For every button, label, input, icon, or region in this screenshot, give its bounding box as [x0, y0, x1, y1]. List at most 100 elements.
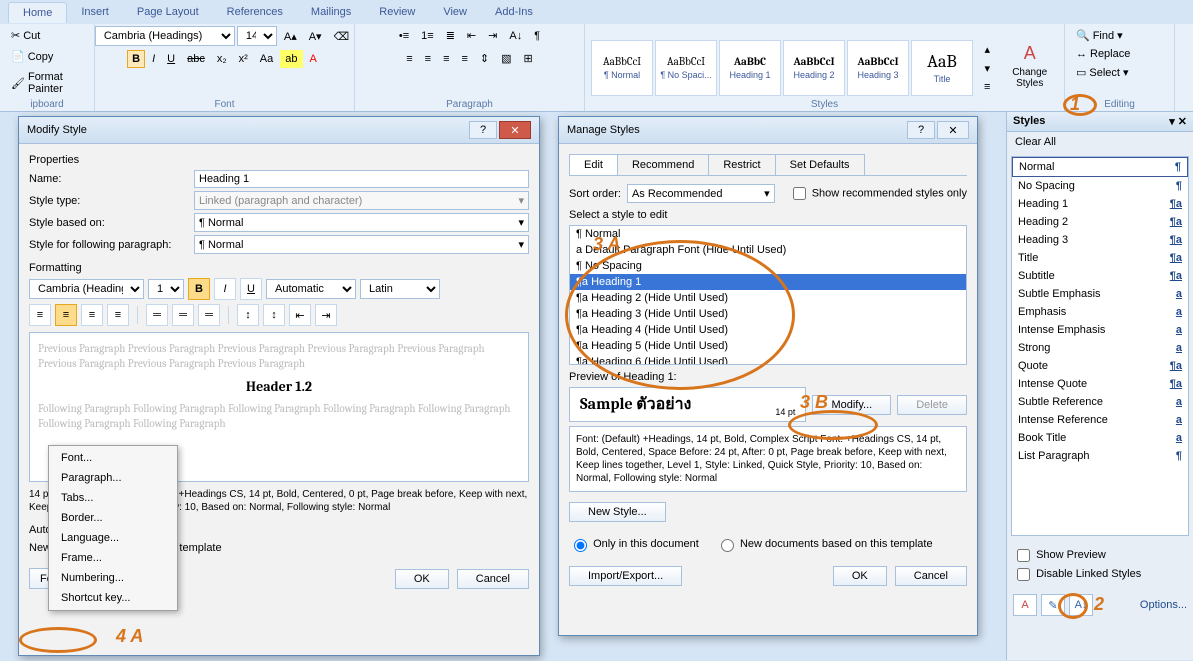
multilevel-icon[interactable]: ≣ [441, 26, 460, 45]
align-center-icon[interactable]: ≡ [420, 49, 436, 68]
fmt-font-select[interactable]: Cambria (Headings) [29, 279, 144, 299]
copy-button[interactable]: 📄 Copy [6, 47, 58, 66]
space-dec[interactable]: ↕ [263, 304, 285, 326]
format-painter-button[interactable]: 🖌 Format Painter [6, 68, 88, 98]
name-input[interactable] [194, 170, 529, 188]
modify-cancel-button[interactable]: Cancel [457, 569, 529, 589]
fmt-italic[interactable]: I [214, 278, 236, 300]
import-export-button[interactable]: Import/Export... [569, 566, 682, 586]
indent-inc2[interactable]: ⇥ [315, 304, 337, 326]
disablelinked-checkbox[interactable]: Disable Linked Styles [1013, 568, 1141, 580]
menu-frame[interactable]: Frame... [51, 548, 175, 568]
numbering-icon[interactable]: 1≡ [416, 26, 439, 45]
menu-paragraph[interactable]: Paragraph... [51, 468, 175, 488]
superscript-button[interactable]: x² [234, 50, 253, 68]
shading-icon[interactable]: ▧ [496, 49, 516, 68]
cut-button[interactable]: ✂ Cut [6, 26, 45, 45]
align-right[interactable]: ≡ [81, 304, 103, 326]
gallery-more[interactable]: ≡ [979, 78, 995, 96]
list-item[interactable]: ¶a Heading 4 (Hide Until Used) [570, 322, 966, 338]
fmt-bold[interactable]: B [188, 278, 210, 300]
font-size-select[interactable]: 14 [237, 26, 277, 46]
pane-style-item[interactable]: Book Titlea [1012, 429, 1188, 447]
show-marks-icon[interactable]: ¶ [529, 26, 545, 45]
select-button[interactable]: ▭ Select ▾ [1071, 63, 1134, 82]
style-inspector-icon[interactable]: ✎ [1041, 594, 1065, 616]
fmt-color-select[interactable]: Automatic [266, 279, 356, 299]
menu-font[interactable]: Font... [51, 448, 175, 468]
list-item[interactable]: ¶a Heading 1 [570, 274, 966, 290]
strikethrough-button[interactable]: abc [182, 50, 210, 68]
tab-mailings[interactable]: Mailings [297, 2, 365, 22]
clear-format-icon[interactable]: ⌫ [329, 26, 355, 46]
pane-style-item[interactable]: Subtitle¶a [1012, 267, 1188, 285]
manage-styles-icon[interactable]: A↕ [1069, 594, 1093, 616]
pane-close-icon[interactable]: ✕ [1178, 115, 1187, 128]
bullets-icon[interactable]: •≡ [394, 26, 414, 45]
change-case-button[interactable]: Aa [255, 50, 278, 68]
space-15[interactable]: ═ [172, 304, 194, 326]
tab-addins[interactable]: Add-Ins [481, 2, 547, 22]
pane-style-item[interactable]: Heading 1¶a [1012, 195, 1188, 213]
fmt-size-select[interactable]: 14 [148, 279, 184, 299]
tab-insert[interactable]: Insert [67, 2, 123, 22]
manage-help-button[interactable]: ? [907, 121, 935, 139]
bold-button[interactable]: B [127, 50, 145, 68]
list-item[interactable]: ¶a Heading 2 (Hide Until Used) [570, 290, 966, 306]
list-item[interactable]: a Default Paragraph Font (Hide Until Use… [570, 242, 966, 258]
pane-style-item[interactable]: Heading 2¶a [1012, 213, 1188, 231]
sort-select[interactable]: As Recommended▾ [627, 184, 775, 203]
align-justify[interactable]: ≡ [107, 304, 129, 326]
tab-setdefaults[interactable]: Set Defaults [775, 154, 865, 175]
borders-icon[interactable]: ⊞ [519, 49, 538, 68]
justify-icon[interactable]: ≡ [457, 49, 473, 68]
manage-modify-button[interactable]: Modify... [812, 395, 891, 415]
italic-button[interactable]: I [147, 50, 160, 68]
newstyle-button[interactable]: New Style... [569, 502, 666, 522]
only-radio[interactable]: Only in this document [569, 538, 699, 550]
space-inc[interactable]: ↕ [237, 304, 259, 326]
style-title[interactable]: AaBTitle [911, 40, 973, 96]
highlight-button[interactable]: ab [280, 50, 302, 68]
basedon-select[interactable]: ¶ Normal▾ [194, 213, 529, 232]
following-select[interactable]: ¶ Normal▾ [194, 235, 529, 254]
pane-style-item[interactable]: Subtle Emphasisa [1012, 285, 1188, 303]
menu-tabs[interactable]: Tabs... [51, 488, 175, 508]
manage-close-button[interactable]: ✕ [937, 121, 969, 139]
pane-style-item[interactable]: No Spacing¶ [1012, 177, 1188, 195]
change-styles-button[interactable]: A Change Styles [1001, 40, 1058, 96]
tab-references[interactable]: References [213, 2, 297, 22]
underline-button[interactable]: U [162, 50, 180, 68]
fmt-underline[interactable]: U [240, 278, 262, 300]
menu-shortcut[interactable]: Shortcut key... [51, 588, 175, 608]
pane-style-item[interactable]: List Paragraph¶ [1012, 447, 1188, 465]
gallery-scroll-down[interactable]: ▾ [979, 59, 995, 78]
subscript-button[interactable]: x₂ [212, 50, 232, 68]
align-right-icon[interactable]: ≡ [438, 49, 454, 68]
tab-view[interactable]: View [429, 2, 481, 22]
align-left[interactable]: ≡ [29, 304, 51, 326]
showpreview-checkbox[interactable]: Show Preview [1013, 549, 1106, 561]
list-item[interactable]: ¶ Normal [570, 226, 966, 242]
align-center[interactable]: ≡ [55, 304, 77, 326]
pane-style-item[interactable]: Emphasisa [1012, 303, 1188, 321]
menu-language[interactable]: Language... [51, 528, 175, 548]
indent-inc-icon[interactable]: ⇥ [483, 26, 502, 45]
new-style-icon[interactable]: A [1013, 594, 1037, 616]
showrec-checkbox[interactable]: Show recommended styles only [789, 184, 967, 203]
list-item[interactable]: ¶a Heading 3 (Hide Until Used) [570, 306, 966, 322]
tab-review[interactable]: Review [365, 2, 429, 22]
manage-ok-button[interactable]: OK [833, 566, 887, 586]
align-left-icon[interactable]: ≡ [401, 49, 417, 68]
find-button[interactable]: 🔍 Find ▾ [1071, 26, 1128, 45]
shrink-font-icon[interactable]: A▾ [304, 26, 327, 46]
tab-restrict[interactable]: Restrict [708, 154, 775, 175]
indent-dec-icon[interactable]: ⇤ [462, 26, 481, 45]
pane-style-item[interactable]: Title¶a [1012, 249, 1188, 267]
tab-edit[interactable]: Edit [569, 154, 618, 175]
clear-all[interactable]: Clear All [1007, 132, 1193, 152]
indent-dec2[interactable]: ⇤ [289, 304, 311, 326]
space-2[interactable]: ═ [198, 304, 220, 326]
tab-home[interactable]: Home [8, 2, 67, 23]
menu-numbering[interactable]: Numbering... [51, 568, 175, 588]
